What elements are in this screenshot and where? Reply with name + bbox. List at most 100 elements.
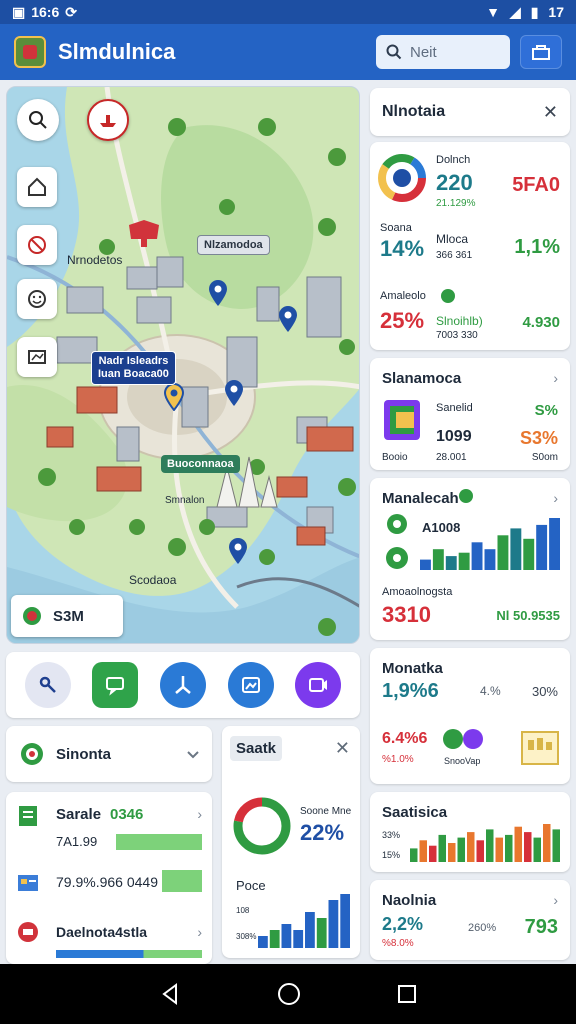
axis-label: 308% bbox=[236, 932, 257, 941]
map-pin-icon[interactable] bbox=[207, 279, 229, 307]
back-icon[interactable] bbox=[158, 982, 182, 1006]
search-card: Saatk ✕ Soone Mne 22% Poce 108 308% bbox=[222, 726, 360, 958]
shopping-bag-button[interactable] bbox=[520, 35, 562, 69]
donut-chart bbox=[233, 797, 291, 855]
map-label-top: Nlzamodoa bbox=[197, 235, 270, 255]
bar bbox=[549, 518, 560, 570]
bar bbox=[328, 900, 339, 948]
close-icon[interactable]: ✕ bbox=[543, 102, 558, 123]
bar bbox=[495, 837, 503, 862]
video-button[interactable] bbox=[295, 662, 342, 708]
list-header-card[interactable]: Sinonta bbox=[6, 726, 212, 782]
axis-label: 108 bbox=[236, 906, 250, 915]
bar bbox=[524, 832, 532, 862]
summary-mid-sub: 28.001 bbox=[436, 452, 467, 463]
map-scale-chip[interactable]: S3M bbox=[11, 595, 123, 637]
map-layers-button[interactable] bbox=[17, 337, 57, 377]
navigate-icon bbox=[175, 676, 191, 694]
monatka-title: Monatka bbox=[382, 660, 443, 677]
bar bbox=[510, 528, 522, 570]
list-item[interactable]: Sarale 0346 › 7A1.99 bbox=[16, 802, 202, 856]
id-card-icon bbox=[18, 875, 38, 891]
map-pin-icon[interactable] bbox=[277, 305, 299, 333]
stat-mid-label: Slnoihlb) bbox=[436, 314, 483, 328]
monatka-row2-mid: SnooVap bbox=[444, 756, 481, 766]
stat-value: 220 bbox=[436, 170, 473, 195]
close-icon[interactable]: ✕ bbox=[335, 738, 350, 759]
search-placeholder: Neit bbox=[410, 43, 437, 61]
navigate-button[interactable] bbox=[159, 662, 206, 708]
summary-card[interactable]: Slanamoca › Sanelid 1099 Booio 28.001 S%… bbox=[370, 358, 570, 470]
status-dot-icon bbox=[441, 289, 455, 303]
red-landmark-icon[interactable] bbox=[127, 219, 161, 249]
link-button[interactable] bbox=[24, 662, 71, 708]
stats-axis-label: 15% bbox=[382, 850, 401, 860]
naolnia-mid: 260% bbox=[468, 922, 497, 934]
bar bbox=[281, 924, 292, 948]
monatka-card[interactable]: Monatka 1,9%6 4.% 30% 6.4%6 %1.0% SnooVa… bbox=[370, 648, 570, 784]
bar bbox=[505, 834, 513, 862]
list-header-title: Sinonta bbox=[56, 745, 111, 763]
stat-right: 4.930 bbox=[522, 314, 560, 331]
search-icon bbox=[386, 44, 402, 60]
list-item[interactable]: Daelnota4stla › bbox=[16, 918, 202, 958]
summary-title: Slanamoca bbox=[382, 370, 462, 387]
bar bbox=[445, 556, 457, 570]
ring-value: 22% bbox=[300, 820, 345, 845]
progress-bar bbox=[162, 870, 202, 892]
app-title: Slmdulnica bbox=[58, 39, 176, 64]
naolnia-title: Naolnia bbox=[382, 892, 437, 909]
city-map[interactable]: Nlzamodoa Nrnodetos Nadr Isleadrs Iuan B… bbox=[6, 86, 360, 644]
bar bbox=[552, 829, 560, 862]
map-no-entry-button[interactable] bbox=[17, 225, 57, 265]
home-icon bbox=[28, 177, 46, 196]
message-button[interactable] bbox=[92, 662, 139, 708]
map-location-marker[interactable] bbox=[87, 99, 129, 141]
analytics-card[interactable]: Manalecah › A1008 Amoaolnogsta 3310 Nl 5… bbox=[370, 478, 570, 640]
stat-mid-label: Mloca bbox=[436, 232, 469, 246]
stat-label: Soana bbox=[380, 222, 412, 234]
naolnia-card[interactable]: Naolnia › 2,2% %8.0% 260% 793 bbox=[370, 880, 570, 960]
bar bbox=[471, 542, 483, 570]
naolnia-sub: %8.0% bbox=[382, 938, 414, 949]
message-icon bbox=[106, 677, 125, 696]
bar bbox=[458, 552, 470, 570]
search-input[interactable]: Neit bbox=[376, 35, 510, 69]
bar bbox=[523, 538, 535, 570]
bar-label: Poce bbox=[236, 878, 266, 893]
summary-value: 1099 bbox=[436, 428, 472, 445]
monatka-mid: 4.% bbox=[480, 684, 501, 698]
bar bbox=[340, 894, 350, 948]
map-callout[interactable]: Nadr Isleadrs Iuan Boaca00 bbox=[91, 351, 176, 385]
sync-icon: ⟳ bbox=[65, 3, 77, 20]
app-bar: Slmdulnica Neit bbox=[0, 24, 576, 80]
monatka-row2-left: 6.4%6 bbox=[382, 730, 428, 747]
home-icon[interactable] bbox=[277, 982, 301, 1006]
monatka-right: 30% bbox=[531, 684, 558, 699]
chevron-right-icon: › bbox=[553, 490, 558, 506]
map-search-button[interactable] bbox=[17, 99, 59, 141]
bar bbox=[533, 837, 541, 862]
app-icon bbox=[18, 922, 38, 942]
map-pin-icon[interactable] bbox=[227, 537, 249, 565]
image-button[interactable] bbox=[227, 662, 274, 708]
map-background bbox=[7, 87, 359, 643]
map-emoji-button[interactable] bbox=[17, 279, 57, 319]
list-item[interactable]: 79.9%.966 0449 bbox=[16, 870, 202, 900]
bar bbox=[420, 559, 431, 570]
stat-mid-sub: 7003 330 bbox=[436, 330, 478, 341]
bar bbox=[305, 912, 315, 948]
wifi-icon: ▼ bbox=[486, 4, 500, 20]
bar bbox=[293, 930, 304, 948]
image-icon bbox=[241, 677, 260, 693]
notification-icon: ▣ bbox=[12, 3, 26, 20]
map-pin-icon[interactable] bbox=[163, 383, 185, 411]
stats-card[interactable]: Saatisica 33% 15% bbox=[370, 792, 570, 872]
status-time: 16:6 bbox=[31, 4, 60, 20]
recents-icon[interactable] bbox=[396, 983, 418, 1005]
people-icon bbox=[443, 729, 483, 749]
map-pin-icon[interactable] bbox=[223, 379, 245, 407]
chevron-right-icon: › bbox=[197, 806, 202, 822]
map-home-button[interactable] bbox=[17, 167, 57, 207]
shopping-bag-icon bbox=[532, 45, 550, 60]
